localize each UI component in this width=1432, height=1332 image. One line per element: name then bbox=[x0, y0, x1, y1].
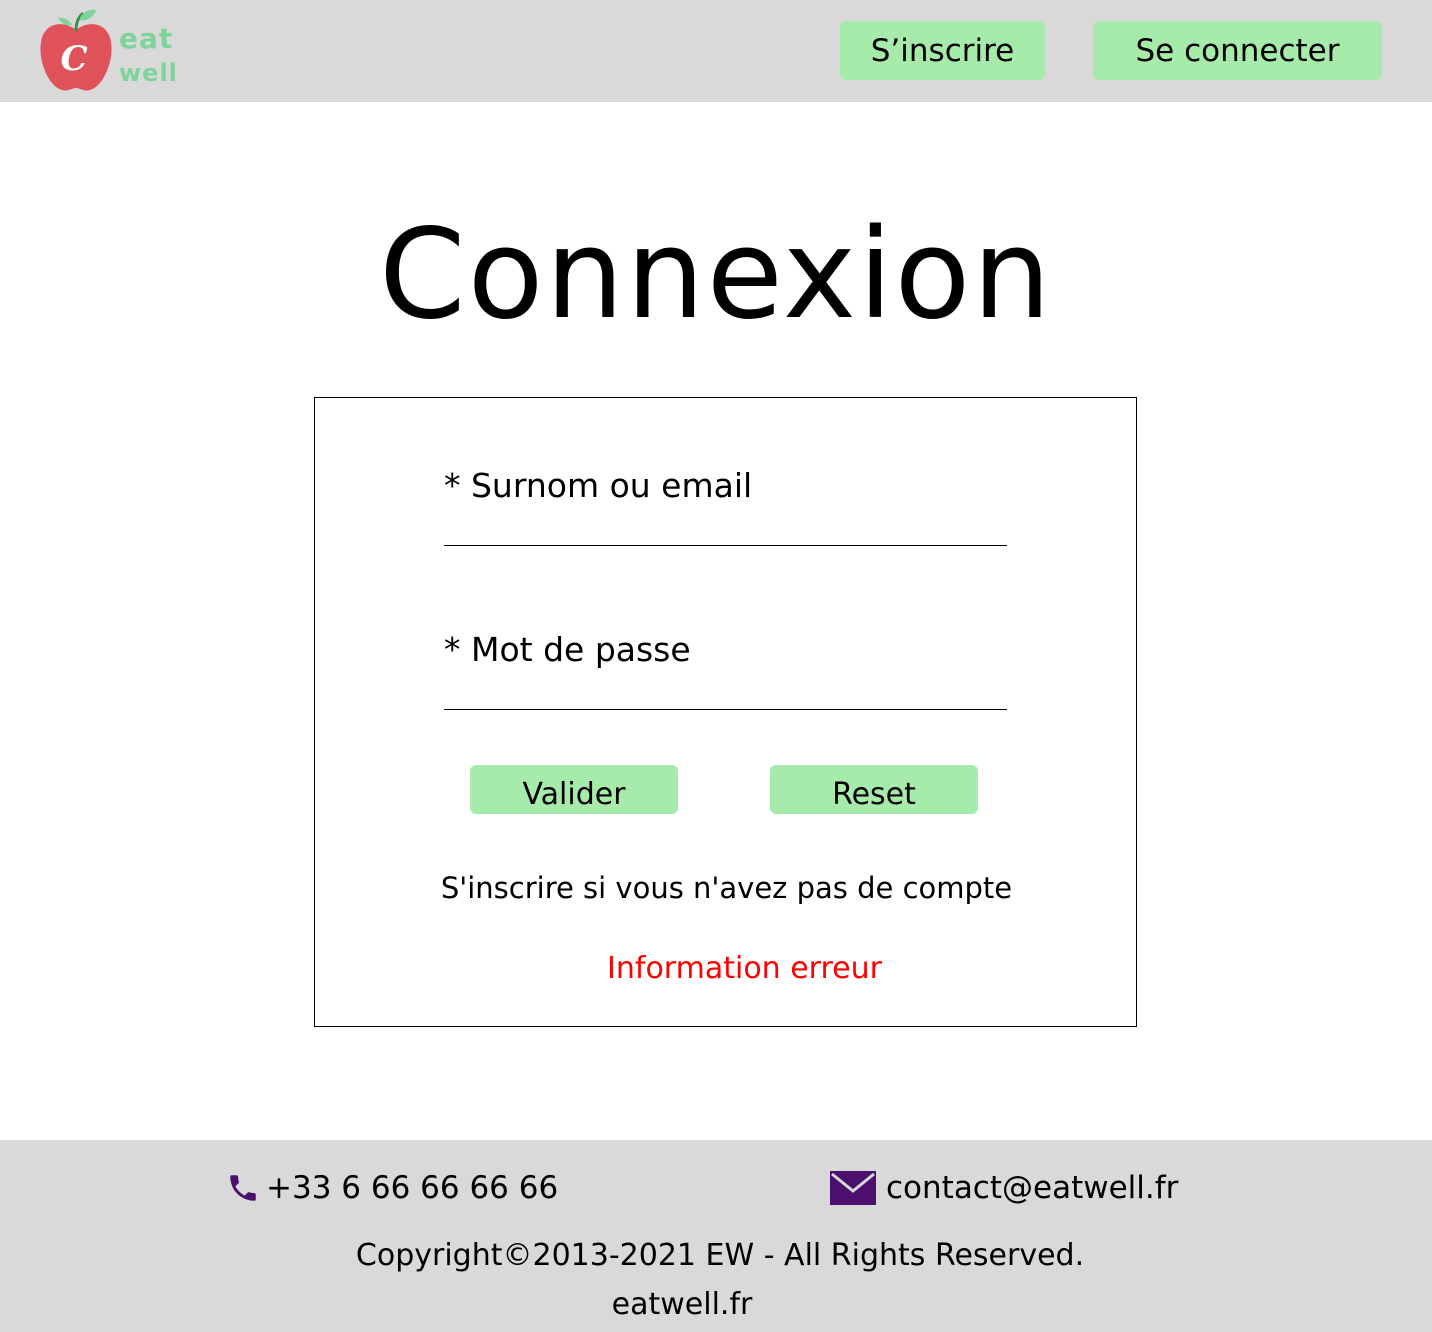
error-message: Information erreur bbox=[607, 951, 882, 986]
password-input[interactable] bbox=[444, 670, 1007, 710]
signup-link[interactable]: S'inscrire si vous n'avez pas de compte bbox=[315, 868, 1138, 908]
phone-number: +33 6 66 66 66 66 bbox=[266, 1170, 559, 1206]
password-label: * Mot de passe bbox=[444, 630, 691, 669]
submit-button[interactable]: Valider bbox=[470, 765, 678, 814]
username-label: * Surnom ou email bbox=[444, 466, 753, 505]
header: C eat well S’inscrire Se connecter bbox=[0, 0, 1432, 102]
username-input[interactable] bbox=[444, 506, 1007, 546]
mail-icon bbox=[830, 1171, 876, 1205]
signup-button[interactable]: S’inscrire bbox=[840, 21, 1045, 80]
contact-phone[interactable]: +33 6 66 66 66 66 bbox=[226, 1170, 558, 1206]
reset-button[interactable]: Reset bbox=[770, 765, 978, 814]
logo-word-well: well bbox=[119, 59, 178, 87]
email-address: contact@eatwell.fr bbox=[886, 1170, 1179, 1206]
footer: +33 6 66 66 66 66 contact@eatwell.fr Cop… bbox=[0, 1140, 1432, 1332]
phone-icon bbox=[230, 1175, 256, 1201]
logo-badge-letter: C bbox=[60, 39, 87, 79]
copyright-text: Copyright©2013-2021 EW - All Rights Rese… bbox=[355, 1238, 1085, 1273]
login-button[interactable]: Se connecter bbox=[1093, 21, 1382, 80]
logo-wordmark: eat well bbox=[119, 22, 178, 90]
login-form: * Surnom ou email * Mot de passe Valider… bbox=[314, 397, 1137, 1027]
page-title: Connexion bbox=[378, 203, 1054, 347]
apple-logo-icon: C bbox=[40, 9, 112, 91]
eatwell-logo[interactable]: C eat well bbox=[36, 8, 186, 94]
contact-email[interactable]: contact@eatwell.fr bbox=[830, 1170, 1178, 1206]
site-domain[interactable]: eatwell.fr bbox=[0, 1285, 1364, 1325]
logo-word-eat: eat bbox=[119, 22, 174, 55]
